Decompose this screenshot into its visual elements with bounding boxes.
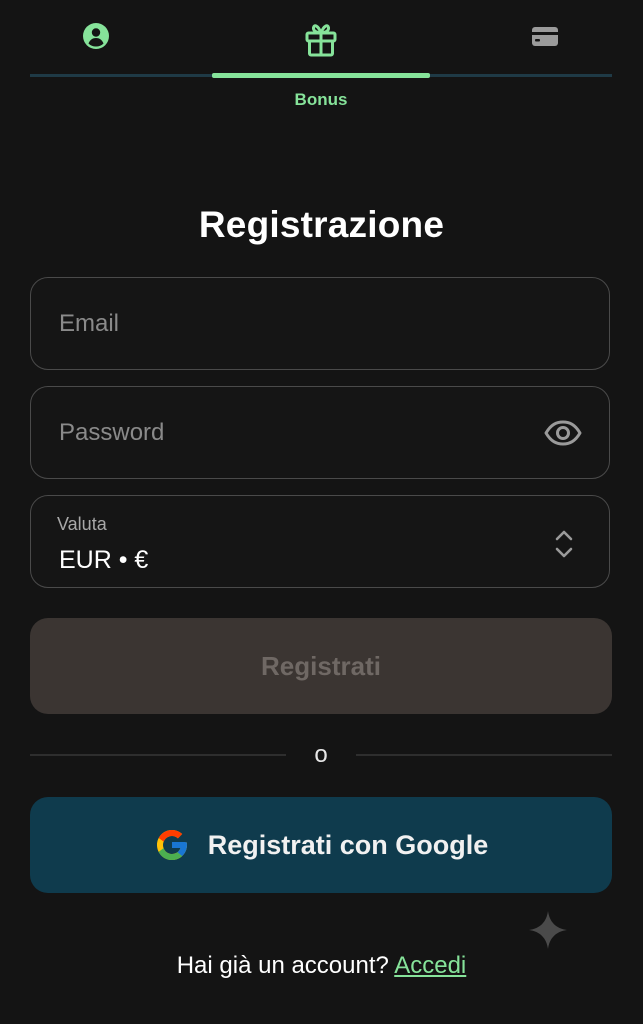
tab-payment[interactable] (515, 22, 575, 72)
login-prompt: Hai già un account? Accedi (0, 952, 643, 980)
gift-icon (305, 24, 337, 57)
tab-profile[interactable] (66, 22, 126, 72)
divider-text: o (314, 741, 328, 768)
login-prompt-text: Hai già un account? (176, 952, 389, 979)
currency-value: EUR • € (59, 546, 149, 574)
login-link[interactable]: Accedi (394, 952, 466, 979)
tab-active-indicator (212, 73, 430, 78)
google-logo-icon (156, 830, 187, 860)
register-button[interactable]: Registrati (30, 618, 612, 714)
email-field (30, 277, 610, 370)
currency-select[interactable]: Valuta EUR • € (30, 495, 610, 588)
active-tab-label: Bonus (294, 90, 348, 109)
divider-right (356, 754, 612, 756)
google-register-button[interactable]: Registrati con Google (30, 797, 612, 893)
registration-page: Bonus Registrazione Valuta EUR • € Regis… (0, 0, 643, 1024)
password-input[interactable] (57, 387, 541, 479)
password-field (30, 386, 610, 479)
top-tabs: Bonus (30, 0, 612, 120)
sparkle-icon (529, 911, 567, 949)
credit-card-icon (532, 27, 558, 46)
tab-bonus[interactable] (291, 22, 351, 72)
email-input[interactable] (57, 278, 541, 370)
page-title: Registrazione (198, 204, 445, 245)
google-register-label: Registrati con Google (207, 829, 489, 860)
currency-label: Valuta (57, 514, 107, 534)
eye-icon (544, 420, 582, 446)
show-password-button[interactable] (543, 415, 583, 451)
chevron-up-down-icon (555, 530, 573, 558)
user-circle-icon (83, 23, 109, 49)
divider-left (30, 754, 286, 756)
